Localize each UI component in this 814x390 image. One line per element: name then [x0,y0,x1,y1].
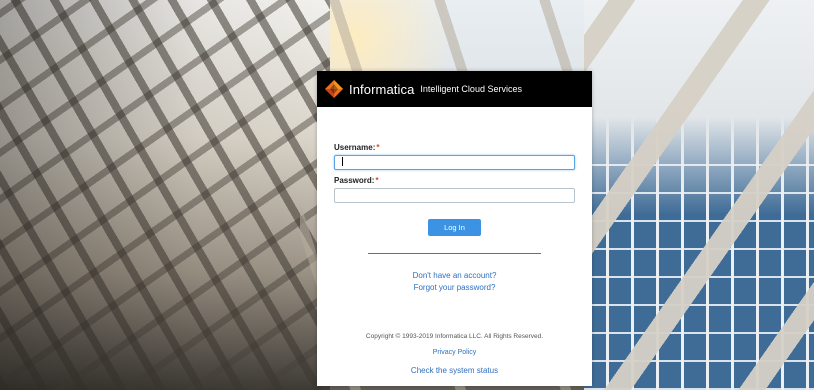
card-header: Informatica Intelligent Cloud Services [317,71,592,107]
login-form: Username:* Password:* [334,143,575,203]
password-label: Password:* [334,176,575,186]
copyright-text: Copyright © 1993-2019 Informatica LLC. A… [365,333,544,340]
informatica-diamond-icon [325,80,343,98]
no-account-link[interactable]: Don't have an account? [317,271,592,280]
brand-name: Informatica [349,81,415,97]
username-label: Username:* [334,143,575,153]
privacy-policy-link[interactable]: Privacy Policy [317,349,592,356]
background-shade [0,0,330,390]
username-field[interactable] [334,155,575,170]
required-marker: * [375,176,379,185]
background-right-beams [584,0,814,390]
product-name: Intelligent Cloud Services [420,84,522,94]
password-field[interactable] [334,188,575,203]
login-card: Informatica Intelligent Cloud Services U… [317,71,592,386]
required-marker: * [376,143,380,152]
text-caret [342,157,343,166]
system-status-link[interactable]: Check the system status [317,366,592,375]
password-label-text: Password: [334,176,375,185]
login-button[interactable]: Log In [428,219,481,236]
forgot-password-link[interactable]: Forgot your password? [317,283,592,292]
divider [368,253,541,254]
username-label-text: Username: [334,143,376,152]
